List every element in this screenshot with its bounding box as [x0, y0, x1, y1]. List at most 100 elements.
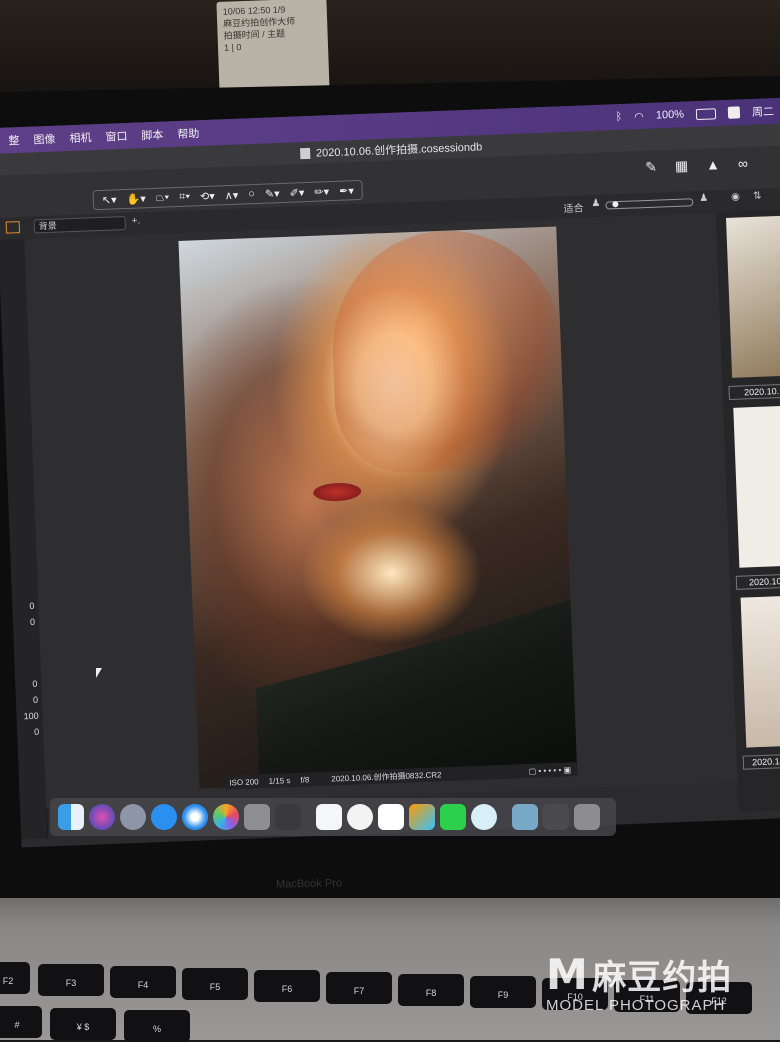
iqiyi-icon[interactable]	[347, 804, 373, 830]
input-method-icon[interactable]	[727, 106, 741, 119]
key-percent[interactable]: %	[124, 1010, 190, 1042]
document-dock-icon[interactable]	[512, 804, 538, 830]
watermark-chinese: 麻豆约拍	[592, 959, 733, 997]
siri-icon[interactable]	[89, 804, 115, 830]
rotate-icon[interactable]: ⟲▾	[200, 189, 215, 203]
rating-dots[interactable]: ▢ • • • • • ▣	[528, 765, 577, 776]
watermark-english: MODEL PHOTOGRAPH	[546, 997, 726, 1014]
baidu-netdisk-icon[interactable]	[316, 804, 342, 830]
battery-icon[interactable]	[695, 107, 717, 120]
iqiyi-green-icon[interactable]	[440, 804, 466, 830]
menu-item-image[interactable]: 图像	[33, 131, 56, 148]
thumbnail-image[interactable]	[733, 405, 780, 568]
layout-toggle-icon[interactable]	[5, 221, 21, 234]
receipt-line: 1 | 0	[223, 42, 242, 53]
key-f3[interactable]: F3	[38, 964, 104, 996]
key-f8[interactable]: F8	[398, 974, 464, 1006]
wifi-icon[interactable]: ◠	[634, 110, 644, 123]
glasses-icon[interactable]: ∞	[738, 155, 749, 172]
menu-item-camera[interactable]: 相机	[69, 129, 92, 146]
panel-value: 0	[29, 600, 35, 611]
mouse-cursor-icon	[96, 668, 102, 678]
zoom-slider[interactable]	[605, 198, 694, 210]
safari-icon[interactable]	[182, 804, 208, 830]
iso-value: ISO 200	[229, 776, 259, 787]
key-f4[interactable]: F4	[110, 966, 176, 998]
tencent-video-icon[interactable]	[409, 804, 435, 830]
battery-percent: 100%	[655, 108, 685, 122]
dock	[50, 798, 616, 836]
menu-item-script[interactable]: 脚本	[141, 127, 164, 144]
sort-icon[interactable]: ⇅	[753, 191, 762, 202]
key-f7[interactable]: F7	[326, 972, 392, 1004]
screenshot-folder-icon[interactable]	[543, 804, 569, 830]
photo-lips	[312, 482, 362, 503]
watermark-logo: M	[546, 950, 588, 999]
video-app-icon[interactable]	[378, 804, 404, 830]
edit-icon[interactable]: ✎	[645, 159, 657, 176]
photos-icon[interactable]	[213, 804, 239, 830]
panel-value: 0	[32, 678, 38, 689]
grid-icon[interactable]: ▦	[675, 157, 689, 174]
finder-icon[interactable]	[58, 804, 84, 830]
thumbnail-label[interactable]: 2020.10.	[728, 383, 780, 400]
key-f9[interactable]: F9	[470, 976, 536, 1008]
menubar-status: ᛒ ◠ 100% 周二	[615, 103, 780, 126]
brush-icon[interactable]: ✏▾	[314, 185, 329, 199]
capture-one-icon[interactable]	[275, 804, 301, 830]
menu-item-help[interactable]: 帮助	[177, 125, 200, 142]
clock-day[interactable]: 周二	[752, 103, 775, 120]
thumbnail-image[interactable]	[725, 215, 780, 378]
app-store-icon[interactable]	[151, 804, 177, 830]
layer-select[interactable]: 背景	[33, 216, 127, 234]
picker-icon[interactable]: ✎▾	[265, 187, 280, 201]
eraser-icon[interactable]: ✒▾	[339, 184, 354, 198]
thumbnail-image[interactable]	[740, 595, 780, 748]
photo-jacket	[253, 596, 578, 789]
portrait-photo[interactable]	[178, 226, 578, 789]
keystone-icon[interactable]: ∧▾	[224, 188, 239, 202]
bluetooth-icon[interactable]: ᛒ	[615, 111, 622, 123]
laptop-screen: 整 图像 相机 窗口 脚本 帮助 ᛒ ◠ 100% 周二 2020.10.06.…	[0, 97, 780, 848]
image-viewer[interactable]: ISO 200 1/15 s f/8 2020.10.06.创作拍摄0832.C…	[24, 212, 738, 809]
person-small-icon: ♟	[591, 197, 601, 210]
file-name: 2020.10.06.创作拍摄0832.CR2	[331, 769, 442, 784]
warning-icon[interactable]: ▲	[706, 156, 721, 174]
photo-hair-glow	[328, 226, 568, 476]
key-hash[interactable]: #	[0, 1006, 42, 1038]
trash-icon[interactable]	[574, 804, 600, 830]
system-preferences-icon[interactable]	[244, 804, 270, 830]
toolbar-right: ✎ ▦ ▲ ∞	[645, 155, 748, 176]
key-f6[interactable]: F6	[254, 970, 320, 1002]
panel-value: 100	[23, 710, 39, 722]
receipt-paper: 10/06 12:50 1/9 麻豆约拍创作大师 拍摄时间 / 主题 1 | 0	[216, 0, 330, 94]
shutter-value: 1/15 s	[268, 775, 291, 786]
key-dollar[interactable]: ¥ $	[50, 1008, 116, 1040]
thumbnail-label[interactable]: 2020.10.0	[735, 573, 780, 590]
zoom-fit-label[interactable]: 适合	[563, 199, 583, 215]
panel-value: 0	[29, 616, 36, 627]
spot-icon[interactable]: ○	[248, 188, 255, 200]
zoom-slider-knob[interactable]	[612, 201, 619, 208]
select-arrow-icon[interactable]: ↖▾	[102, 193, 117, 207]
document-icon	[299, 147, 311, 159]
menu-item[interactable]: 整	[8, 132, 20, 148]
thumbnail-label[interactable]: 2020.10.06.	[742, 753, 780, 770]
crop-icon[interactable]: ⌗▾	[179, 190, 190, 203]
watermark: M 麻豆约拍 MODEL PHOTOGRAPH	[546, 950, 732, 1014]
launchpad-icon[interactable]	[120, 804, 146, 830]
key-f2[interactable]: F2	[0, 962, 30, 994]
macbook-label: MacBook Pro	[275, 877, 343, 891]
key-f5[interactable]: F5	[182, 968, 248, 1000]
add-layer-icon[interactable]: +.	[131, 215, 140, 226]
eye-icon[interactable]: ◉	[731, 191, 740, 202]
person-large-icon: ♟	[699, 192, 709, 204]
menu-item-window[interactable]: 窗口	[105, 128, 128, 145]
hand-pan-icon[interactable]: ✋▾	[126, 192, 146, 206]
wb-picker-icon[interactable]: ✐▾	[289, 186, 304, 200]
aperture-value: f/8	[300, 774, 310, 785]
panel-value: 0	[34, 726, 40, 737]
panel-value: 0	[32, 694, 39, 705]
perspective-icon[interactable]: ⏢▾	[156, 191, 170, 205]
info-app-icon[interactable]	[471, 804, 497, 830]
